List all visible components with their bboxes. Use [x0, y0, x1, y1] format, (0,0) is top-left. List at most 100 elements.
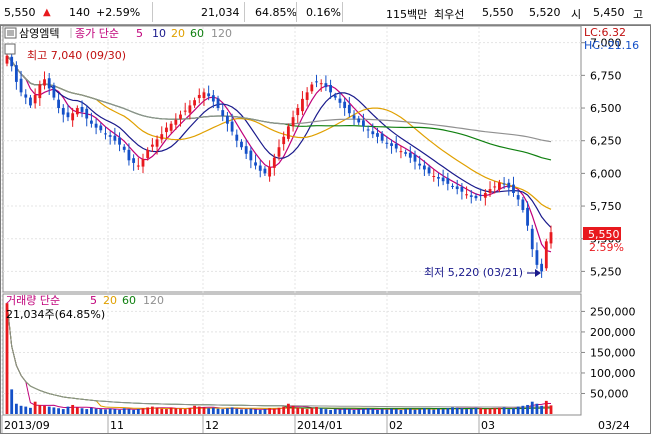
candle-body — [216, 98, 220, 109]
volume-bar — [315, 407, 318, 414]
volume-bar — [104, 409, 107, 414]
volume-bar — [437, 408, 440, 414]
candle-body — [14, 65, 18, 82]
volume-tick-label: 100,000 — [590, 367, 636, 380]
candle-body — [455, 186, 459, 190]
volume-bar — [136, 409, 140, 414]
volume-bar — [441, 409, 445, 414]
candle-body — [108, 135, 112, 137]
candle-body — [329, 85, 332, 93]
candle-body — [296, 108, 300, 116]
volume-bar — [371, 409, 375, 414]
volume-bar — [61, 409, 65, 414]
price-tick-label: 6,750 — [590, 69, 622, 82]
candle-body — [258, 165, 262, 171]
volume-bar — [258, 409, 262, 414]
candle-body — [394, 143, 398, 149]
candle-body — [230, 121, 234, 132]
volume-bar — [272, 408, 276, 414]
candle-body — [118, 137, 121, 145]
volume-bar — [207, 408, 211, 414]
vma-legend-120: 120 — [143, 294, 164, 307]
volume-bar — [10, 389, 14, 414]
candle-body — [146, 149, 150, 158]
low-arrow-head — [535, 269, 541, 277]
ma-legend-20: 20 — [171, 27, 185, 40]
volume-bar — [43, 405, 46, 414]
candle-body — [502, 183, 506, 185]
candle-body — [160, 134, 164, 140]
volume-bar — [249, 408, 253, 414]
candle-body — [29, 97, 32, 106]
candle-body — [179, 114, 182, 119]
grid-toggle-icon[interactable] — [4, 43, 16, 55]
candle-body — [305, 92, 309, 100]
price-legend-label: 종가 단순 — [75, 27, 119, 40]
candle-body — [136, 165, 140, 167]
stock-name: 삼영엠텍 — [19, 27, 59, 40]
volume-bar — [498, 407, 501, 414]
volume-bar — [516, 406, 520, 414]
x-tick-label: 03 — [481, 419, 495, 432]
volume-bar — [507, 409, 511, 414]
candle-body — [469, 195, 473, 197]
volume-bar — [301, 408, 304, 414]
candle-body — [291, 117, 295, 127]
volume-bar — [357, 409, 361, 414]
candle-body — [52, 85, 56, 98]
candle-body — [535, 250, 539, 265]
volume-bar — [488, 408, 492, 414]
candle-body — [94, 123, 98, 128]
candle-body — [268, 166, 272, 177]
volume-bar — [263, 409, 267, 414]
volume-bar — [150, 406, 154, 414]
stock-chart[interactable]: 5,2505,5005,7506,0006,2506,5006,7507,000… — [0, 0, 651, 434]
candle-body — [254, 162, 257, 166]
volume-bar — [526, 404, 529, 414]
candle-body — [404, 152, 408, 154]
ma-legend-5: 5 — [136, 27, 143, 40]
candle-body — [507, 182, 511, 188]
candle-body — [310, 84, 314, 92]
volume-bar — [310, 407, 314, 414]
volume-bar — [174, 408, 178, 414]
candle-body — [80, 106, 84, 112]
volume-bar — [254, 409, 257, 414]
candle-body — [460, 186, 464, 192]
volume-bar — [169, 407, 173, 414]
x-tick-label: 12 — [205, 419, 219, 432]
candle-body — [347, 104, 351, 114]
volume-bar — [24, 406, 28, 414]
volume-bar — [521, 405, 525, 414]
candle-body — [57, 99, 60, 109]
volume-bar — [179, 408, 182, 414]
volume-bar — [343, 408, 347, 414]
candle-body — [169, 123, 173, 131]
volume-bar — [132, 409, 136, 414]
candle-body — [488, 189, 492, 193]
volume-bar — [113, 409, 117, 414]
candle-body — [512, 184, 515, 193]
candle-body — [10, 56, 14, 67]
volume-bar — [286, 403, 290, 414]
candle-body — [315, 81, 318, 83]
price-tick-label: 6,000 — [590, 167, 622, 180]
volume-bar — [408, 408, 412, 414]
volume-bar — [432, 409, 436, 414]
low-annotation: 최저 5,220 (03/21) — [424, 266, 523, 279]
candle-body — [174, 119, 178, 125]
candle-body — [432, 175, 436, 177]
volume-bar — [502, 407, 506, 414]
volume-legend-label: 거래량 단순 — [6, 294, 60, 307]
candle-body — [357, 118, 361, 123]
candle-body — [446, 178, 450, 184]
candle-body — [324, 83, 328, 88]
price-tick-label: 5,250 — [590, 265, 622, 278]
candle-body — [244, 146, 248, 154]
price-panel-border — [2, 25, 582, 293]
candle-body — [301, 98, 304, 112]
candle-body — [479, 195, 483, 197]
volume-bar — [413, 409, 417, 414]
x-tick-label: 03/24 — [598, 419, 630, 432]
candle-body — [474, 195, 478, 199]
